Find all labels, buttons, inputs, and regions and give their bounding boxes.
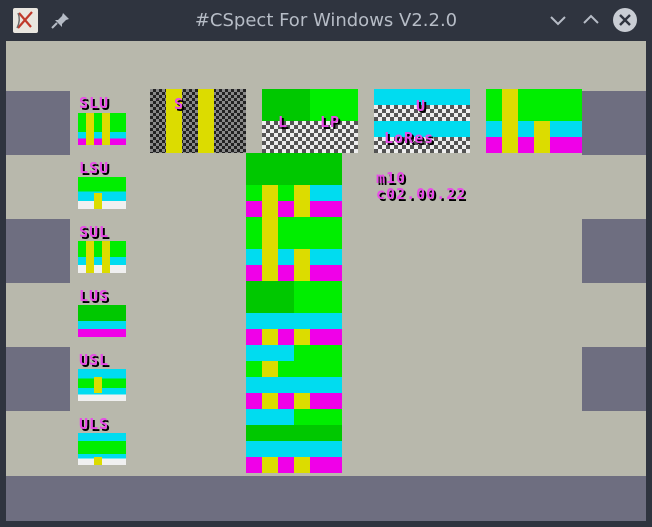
yellow-bar xyxy=(294,185,310,217)
yellow-bar xyxy=(102,241,110,273)
emulator-screen[interactable]: SLU LSU SUL LUS USL ULS S L LP U LoRes m… xyxy=(6,41,646,521)
yellow-bar xyxy=(94,457,102,465)
layer-thumbnail xyxy=(78,433,126,465)
yellow-bar xyxy=(294,249,310,281)
yellow-bar xyxy=(294,457,310,473)
layer2-preview-box xyxy=(262,121,358,153)
chevron-down-icon xyxy=(550,16,566,26)
border-bar xyxy=(6,347,70,411)
minimize-button[interactable] xyxy=(546,8,570,32)
layer-label: LSU xyxy=(79,159,110,177)
yellow-bar xyxy=(94,193,102,209)
s-label: S xyxy=(174,95,185,113)
border-bar xyxy=(582,91,646,155)
layer-column xyxy=(246,313,342,329)
layer-thumbnail xyxy=(78,369,126,401)
lores-label: LoRes xyxy=(384,129,435,147)
close-icon xyxy=(613,8,637,32)
yellow-bar xyxy=(534,121,550,153)
layer-label: ULS xyxy=(79,415,110,433)
layer-label: SLU xyxy=(79,94,110,112)
u-label: U xyxy=(416,97,427,115)
yellow-bar xyxy=(262,457,278,473)
machine-id-text: m10 xyxy=(376,169,407,187)
yellow-bar xyxy=(86,113,94,145)
layer-label: LUS xyxy=(79,287,110,305)
layer-label: USL xyxy=(79,351,110,369)
layer-column xyxy=(246,345,342,361)
layer-column xyxy=(246,377,342,393)
yellow-bar xyxy=(294,329,310,345)
yellow-bar xyxy=(262,185,278,217)
lp-label: LP xyxy=(320,113,341,131)
layer-column xyxy=(246,409,342,425)
yellow-bar xyxy=(262,329,278,345)
layer-column xyxy=(246,441,342,457)
layer-column xyxy=(246,153,342,185)
layer-column xyxy=(246,281,342,313)
title-bar: #CSpect For Windows V2.2.0 xyxy=(0,0,652,41)
layer-label: SUL xyxy=(79,223,110,241)
border-bar xyxy=(6,91,70,155)
border-bar xyxy=(6,476,646,521)
border-bar xyxy=(582,219,646,283)
layer-column xyxy=(246,361,342,377)
yellow-bar xyxy=(262,361,278,377)
chevron-up-icon xyxy=(583,14,599,24)
yellow-bar xyxy=(94,377,102,393)
yellow-bar xyxy=(198,89,214,153)
layer-thumbnail xyxy=(78,177,126,209)
border-bar xyxy=(6,219,70,283)
maximize-button[interactable] xyxy=(579,8,603,32)
yellow-bar xyxy=(262,217,278,281)
yellow-bar xyxy=(294,393,310,409)
close-button[interactable] xyxy=(612,7,638,33)
yellow-bar xyxy=(102,113,110,145)
yellow-bar xyxy=(262,393,278,409)
layer-thumbnail xyxy=(78,305,126,337)
layer-column xyxy=(246,425,342,441)
layer2-preview-box xyxy=(262,89,358,121)
yellow-bar xyxy=(502,89,518,153)
yellow-bar xyxy=(86,241,94,273)
l-label: L xyxy=(278,113,289,131)
layer-column xyxy=(246,217,342,249)
core-version-text: c02.00.22 xyxy=(376,185,467,203)
border-bar xyxy=(582,347,646,411)
